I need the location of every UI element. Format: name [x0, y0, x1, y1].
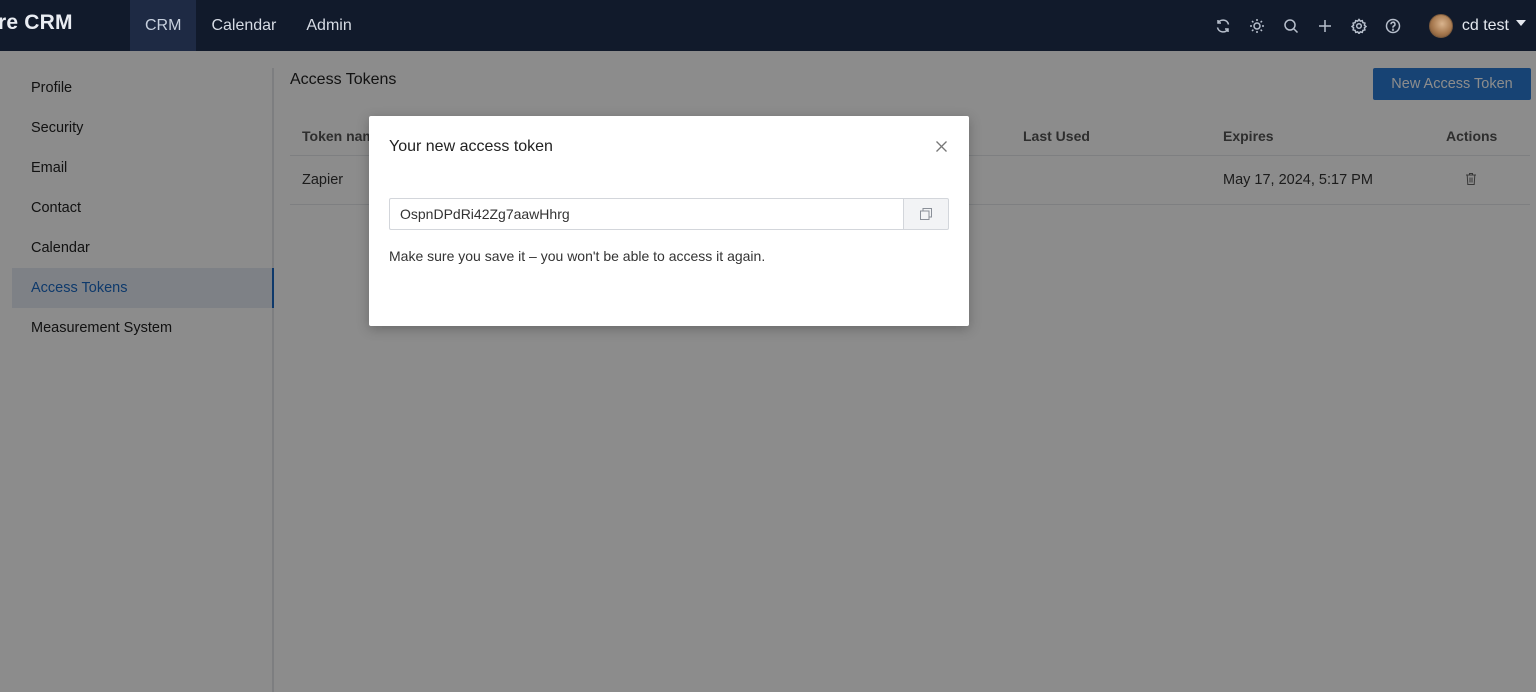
- topbar-backdrop: [0, 0, 1536, 51]
- close-icon[interactable]: [935, 140, 948, 153]
- copy-button[interactable]: [903, 198, 949, 230]
- modal-title: Your new access token: [389, 138, 553, 155]
- access-token-modal: Your new access token Make sure you save…: [369, 116, 969, 326]
- token-warning-text: Make sure you save it – you won't be abl…: [389, 248, 766, 264]
- copy-icon: [920, 208, 932, 220]
- token-field-group: [389, 198, 949, 230]
- token-input[interactable]: [389, 198, 903, 230]
